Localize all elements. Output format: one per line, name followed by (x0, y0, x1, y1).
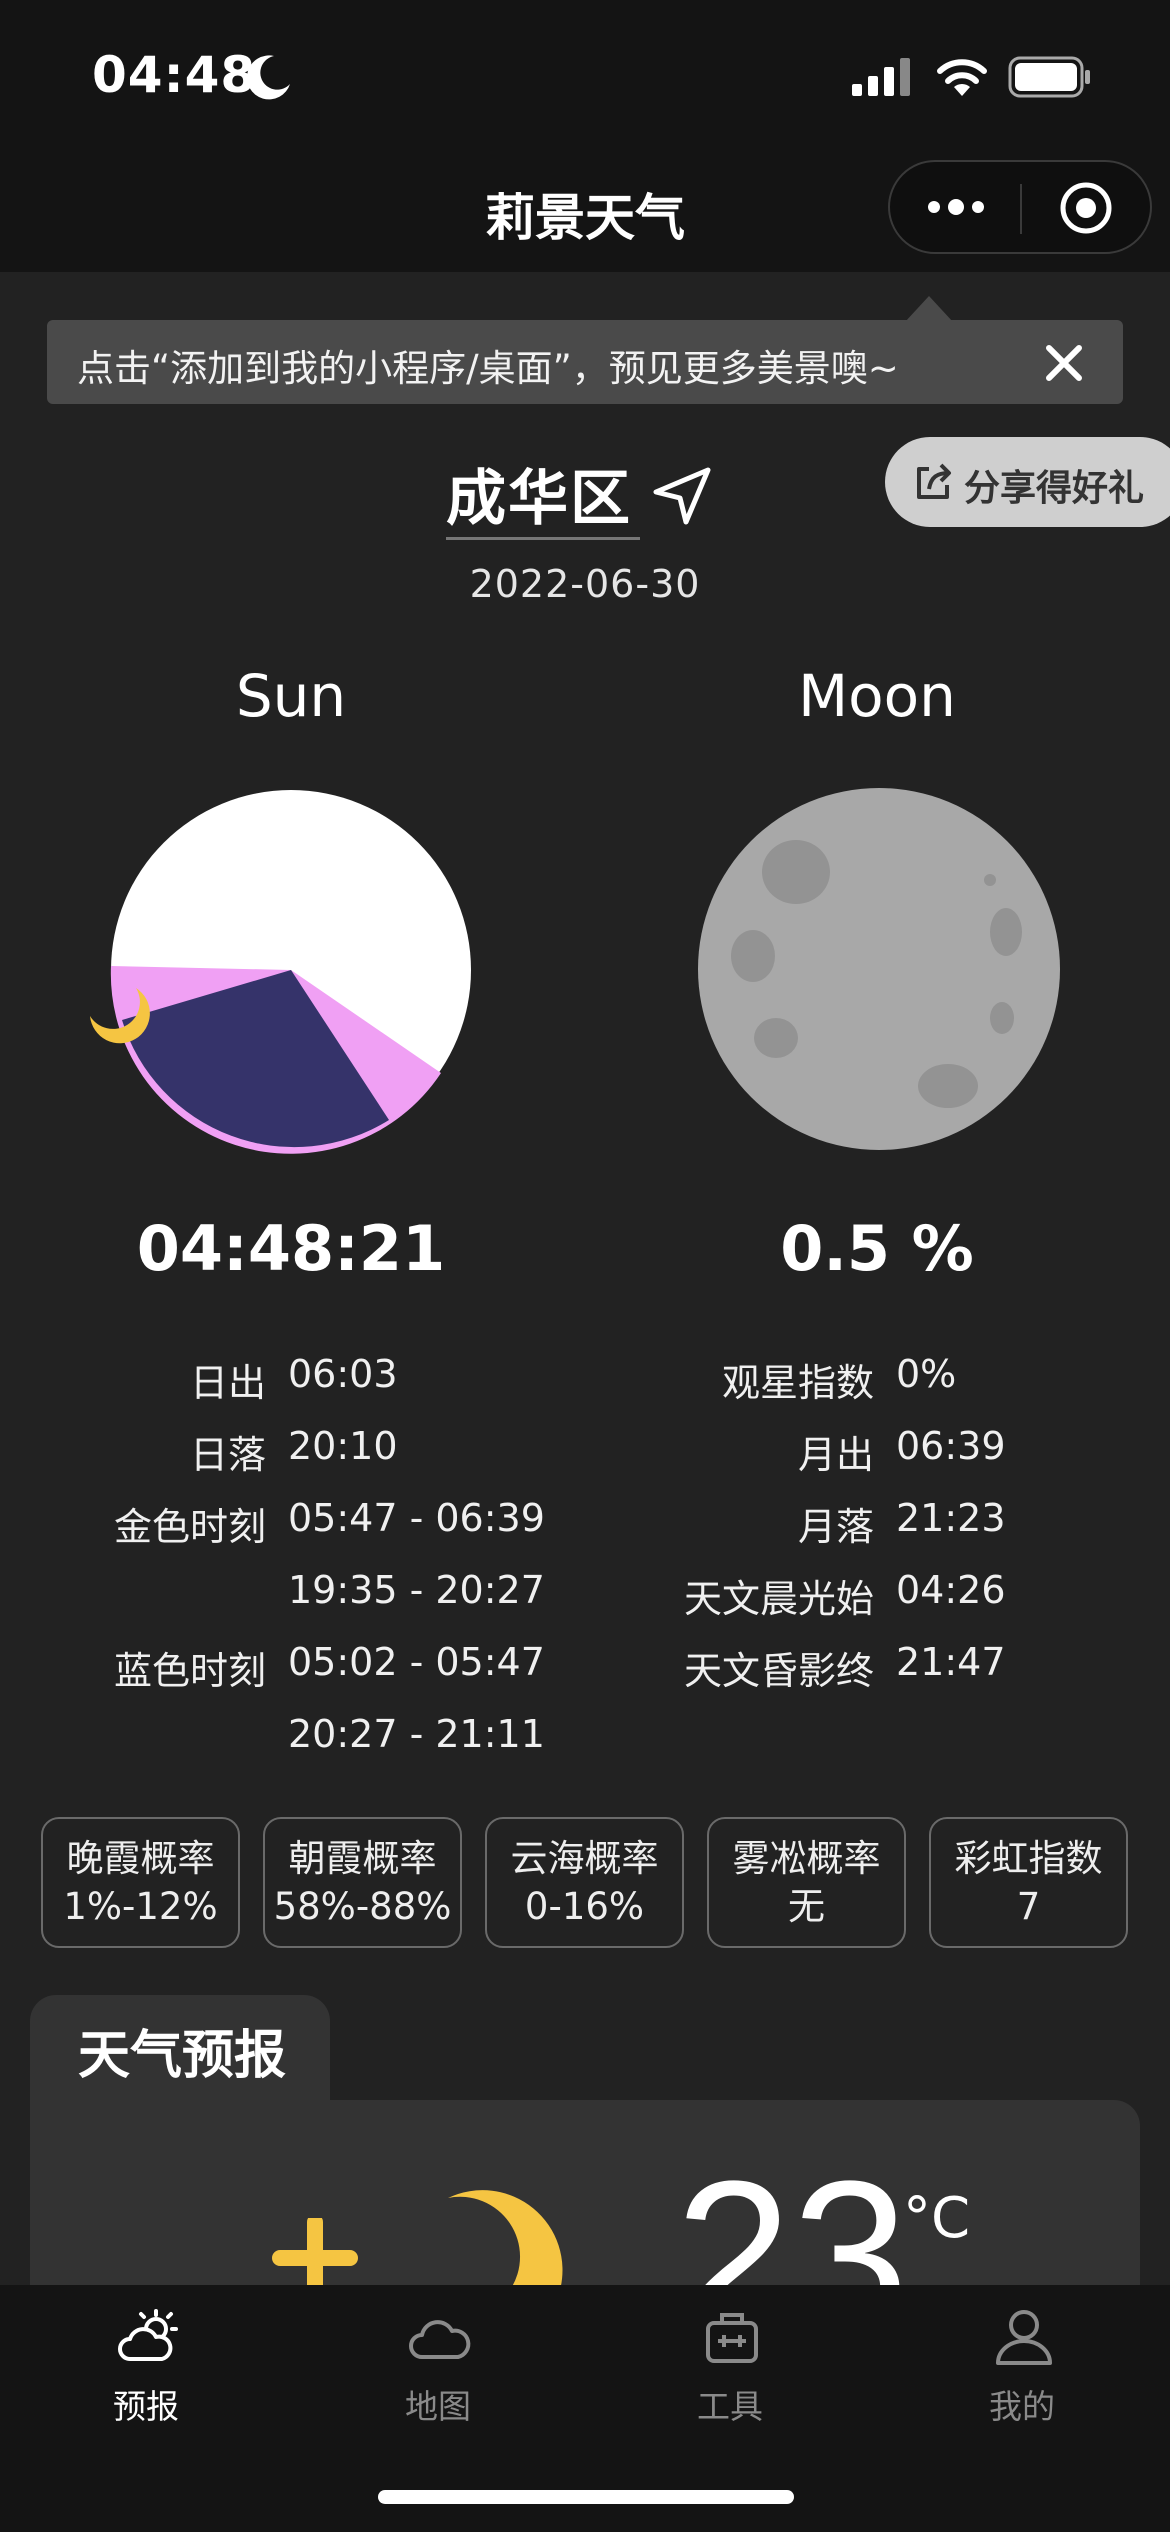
chip-value: 58%-88% (273, 1885, 452, 1928)
sunset-glow-chip[interactable]: 晚霞概率 1%-12% (41, 1817, 240, 1948)
sunrise-value: 06:03 (288, 1352, 398, 1396)
signal-icon (852, 58, 910, 96)
moon-icon (247, 55, 290, 100)
date-label: 2022-06-30 (469, 562, 701, 606)
tip-text: 点击“添加到我的小程序/桌面”，预见更多美景噢~ (77, 347, 899, 390)
cloud-sea-chip[interactable]: 云海概率 0-16% (485, 1817, 684, 1948)
astro-dawn-value: 04:26 (896, 1568, 1006, 1612)
chip-title: 雾凇概率 (732, 1837, 881, 1880)
chip-value: 0-16% (524, 1885, 645, 1928)
moonrise-label: 月出 (797, 1433, 874, 1477)
chip-value: 无 (788, 1885, 825, 1928)
stargazing-value: 0% (896, 1352, 957, 1396)
crescent-moon-icon (448, 2190, 563, 2290)
battery-icon (1008, 56, 1090, 98)
location-name[interactable]: 成华区 (446, 450, 632, 537)
tip-arrow (905, 296, 953, 322)
tab-forecast[interactable]: 预报 (0, 2285, 292, 2435)
home-indicator (378, 2490, 794, 2504)
astro-dawn-label: 天文晨光始 (683, 1577, 874, 1621)
golden-hour-label: 金色时刻 (113, 1505, 266, 1549)
add-to-desktop-tip: 点击“添加到我的小程序/桌面”，预见更多美景噢~ (47, 320, 1123, 404)
chip-value: 7 (1016, 1885, 1041, 1928)
miniprogram-capsule (888, 160, 1152, 254)
tab-label: 预报 (113, 2387, 179, 2426)
tab-map[interactable]: 地图 (292, 2285, 584, 2435)
sunset-label: 日落 (189, 1433, 266, 1477)
tab-label: 我的 (989, 2387, 1055, 2426)
status-time: 04:48 (92, 46, 257, 104)
chip-title: 朝霞概率 (288, 1837, 437, 1880)
share-icon (917, 463, 951, 499)
sunset-value: 20:10 (288, 1424, 398, 1468)
blue-hour-morning: 05:02 - 05:47 (288, 1640, 545, 1684)
rime-chip[interactable]: 雾凇概率 无 (707, 1817, 906, 1948)
tab-label: 工具 (697, 2387, 763, 2426)
moon-phase-image (698, 788, 1060, 1150)
current-time: 04:48:21 (136, 1212, 446, 1285)
tab-tools[interactable]: 工具 (584, 2285, 876, 2435)
forecast-tab-title: 天气预报 (78, 2026, 287, 2086)
tab-label: 地图 (405, 2387, 471, 2426)
chip-value: 1%-12% (63, 1885, 218, 1928)
cloud-map-icon (409, 2320, 471, 2359)
location-arrow-icon[interactable] (650, 464, 714, 528)
close-target-icon[interactable] (1058, 180, 1114, 236)
toolbox-icon (706, 2313, 758, 2363)
sun-heading: Sun (235, 662, 347, 730)
moon-illumination: 0.5 % (780, 1212, 974, 1285)
share-button[interactable]: 分享得好礼 (885, 437, 1170, 527)
golden-hour-morning: 05:47 - 06:39 (288, 1496, 545, 1540)
blue-hour-label: 蓝色时刻 (113, 1649, 266, 1693)
rainbow-chip[interactable]: 彩虹指数 7 (929, 1817, 1128, 1948)
sunrise-glow-chip[interactable]: 朝霞概率 58%-88% (263, 1817, 462, 1948)
astro-dusk-label: 天文昏影终 (683, 1649, 874, 1693)
moon-heading: Moon (798, 662, 956, 730)
share-label: 分享得好礼 (964, 468, 1145, 509)
wifi-icon (937, 59, 987, 96)
moonset-label: 月落 (797, 1505, 874, 1549)
close-icon[interactable] (1029, 328, 1099, 398)
sun-position-chart (90, 790, 471, 1154)
sunrise-label: 日出 (189, 1361, 266, 1405)
location-underline (446, 537, 640, 540)
more-icon[interactable] (926, 192, 986, 222)
blue-hour-evening: 20:27 - 21:11 (288, 1712, 545, 1756)
golden-hour-evening: 19:35 - 20:27 (288, 1568, 545, 1612)
astro-dusk-value: 21:47 (896, 1640, 1006, 1684)
moonrise-value: 06:39 (896, 1424, 1006, 1468)
stargazing-label: 观星指数 (721, 1361, 874, 1405)
chip-title: 晚霞概率 (66, 1837, 215, 1880)
temperature-unit: °C (903, 2186, 971, 2251)
chip-title: 彩虹指数 (954, 1837, 1103, 1880)
moonset-value: 21:23 (896, 1496, 1006, 1540)
chip-title: 云海概率 (510, 1837, 659, 1880)
profile-icon (996, 2310, 1052, 2365)
weather-icon (118, 2309, 178, 2361)
tab-profile[interactable]: 我的 (876, 2285, 1168, 2435)
